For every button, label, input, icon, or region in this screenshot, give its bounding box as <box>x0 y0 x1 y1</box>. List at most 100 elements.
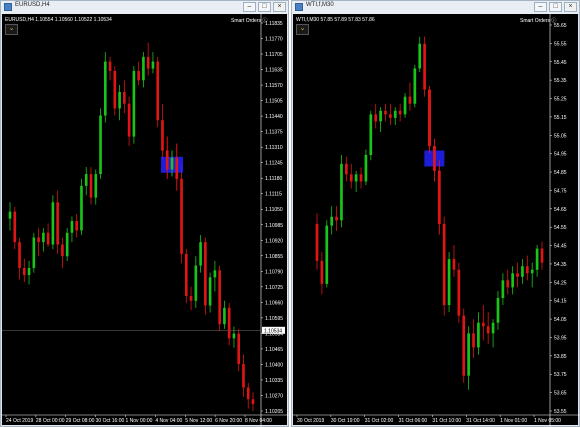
minimize-button[interactable]: – <box>243 2 256 12</box>
candle-body[interactable] <box>227 307 231 339</box>
candle-body[interactable] <box>175 157 179 179</box>
candle-body[interactable] <box>398 110 402 115</box>
candle-body[interactable] <box>354 174 358 182</box>
candle-body[interactable] <box>359 174 363 182</box>
candle-body[interactable] <box>467 333 470 376</box>
candle-body[interactable] <box>89 174 93 198</box>
info-circle-icon[interactable]: ⓘ <box>551 18 556 24</box>
minimize-button[interactable]: – <box>534 2 547 12</box>
candle-body[interactable] <box>99 115 102 175</box>
candle-body[interactable] <box>75 221 79 231</box>
candle-body[interactable] <box>189 296 193 301</box>
candle-body[interactable] <box>340 163 343 221</box>
candle-body[interactable] <box>65 232 69 257</box>
candle-body[interactable] <box>37 237 40 243</box>
candle-body[interactable] <box>56 202 59 245</box>
eurusd-candlestick-plot[interactable]: 1.11835 1.11770 1.11705 1.11635 1.11570 1.115… <box>2 14 289 427</box>
candle-body[interactable] <box>403 96 407 115</box>
candle-body[interactable] <box>369 114 373 155</box>
candle-body[interactable] <box>51 202 55 245</box>
candle-body[interactable] <box>320 260 324 284</box>
candle-body[interactable] <box>423 43 426 90</box>
candle-body[interactable] <box>199 242 202 266</box>
candle-body[interactable] <box>132 70 136 137</box>
candle-body[interactable] <box>127 103 131 137</box>
candle-body[interactable] <box>46 232 50 245</box>
price-chart-eurusd[interactable]: 1.11835 1.11770 1.11705 1.11635 1.11570 1.115… <box>2 14 289 427</box>
candle-body[interactable] <box>481 322 485 327</box>
candle-body[interactable] <box>501 280 505 298</box>
candle-body[interactable] <box>364 154 368 182</box>
candle-body[interactable] <box>123 92 126 104</box>
candle-body[interactable] <box>42 232 45 243</box>
candle-body[interactable] <box>433 146 436 171</box>
candle-body[interactable] <box>103 61 107 116</box>
candle-body[interactable] <box>170 157 174 170</box>
wti-candlestick-plot[interactable]: 55.6555.5555.4555.3555.2555.1555.0554.95… <box>293 14 580 427</box>
candle-body[interactable] <box>165 150 169 170</box>
candle-body[interactable] <box>491 322 495 334</box>
chart-window-wti[interactable]: WTI,f,M30 – □ × 55.65 55.55 55.45 55.35 55.2… <box>291 0 580 427</box>
candle-body[interactable] <box>180 178 183 254</box>
candle-body[interactable] <box>204 242 207 306</box>
candle-body[interactable] <box>218 270 221 325</box>
candle-body[interactable] <box>194 265 198 301</box>
candle-body[interactable] <box>184 253 188 297</box>
candle-body[interactable] <box>84 174 88 186</box>
candle-body[interactable] <box>146 56 150 69</box>
candle-body[interactable] <box>237 333 241 365</box>
candle-body[interactable] <box>208 277 212 306</box>
candle-body[interactable] <box>156 61 160 121</box>
candle-body[interactable] <box>13 211 17 243</box>
close-button[interactable]: × <box>564 2 577 12</box>
candle-body[interactable] <box>428 89 431 147</box>
candle-body[interactable] <box>325 225 329 284</box>
candle-body[interactable] <box>521 266 524 277</box>
candle-body[interactable] <box>108 61 112 71</box>
candle-body[interactable] <box>389 114 392 118</box>
candle-body[interactable] <box>349 174 353 182</box>
candle-body[interactable] <box>80 185 83 231</box>
candle-body[interactable] <box>516 273 519 277</box>
window-titlebar[interactable]: WTI,f,M30 – □ × <box>292 1 579 14</box>
candle-body[interactable] <box>472 333 475 348</box>
maximize-button[interactable]: □ <box>549 2 562 12</box>
smart-orders-label[interactable]: Smart Orders ⓘ <box>520 17 556 24</box>
candle-body[interactable] <box>142 56 145 81</box>
price-chart-wti[interactable]: 55.65 55.55 55.45 55.35 55.25 55.15 55.05 54.95… <box>293 14 580 427</box>
maximize-button[interactable]: □ <box>258 2 271 12</box>
candle-body[interactable] <box>496 297 500 323</box>
candle-body[interactable] <box>418 43 422 69</box>
candle-body[interactable] <box>330 216 334 226</box>
candle-body[interactable] <box>61 244 64 257</box>
candle-body[interactable] <box>530 269 534 274</box>
candle-body[interactable] <box>213 270 217 278</box>
candle-body[interactable] <box>242 364 245 388</box>
candle-body[interactable] <box>462 315 466 376</box>
candle-body[interactable] <box>223 307 226 325</box>
candle-body[interactable] <box>161 120 164 151</box>
candle-body[interactable] <box>379 110 382 122</box>
candle-body[interactable] <box>393 110 397 118</box>
candle-body[interactable] <box>477 322 480 348</box>
candle-body[interactable] <box>345 163 348 175</box>
candle-body[interactable] <box>511 273 514 288</box>
candle-body[interactable] <box>335 216 338 221</box>
candle-body[interactable] <box>246 387 250 400</box>
candle-body[interactable] <box>315 223 319 261</box>
candle-body[interactable] <box>232 333 236 339</box>
candle-body[interactable] <box>18 242 21 268</box>
candle-body[interactable] <box>506 280 510 288</box>
candle-body[interactable] <box>118 92 121 109</box>
candle-body[interactable] <box>70 221 74 233</box>
candle-body[interactable] <box>540 248 544 263</box>
candle-body[interactable] <box>437 170 441 224</box>
close-button[interactable]: × <box>273 2 286 12</box>
candle-body[interactable] <box>94 174 98 198</box>
chart-menu-dropdown-button[interactable]: ⌄ <box>296 24 309 35</box>
candle-body[interactable] <box>452 259 456 270</box>
candle-body[interactable] <box>413 68 417 104</box>
chart-window-eurusd[interactable]: EURUSD,H4 – □ × 1.11835 1.11770 1.11705 1.1… <box>0 0 289 427</box>
info-circle-icon[interactable]: ⓘ <box>262 18 267 24</box>
candle-body[interactable] <box>525 266 529 274</box>
